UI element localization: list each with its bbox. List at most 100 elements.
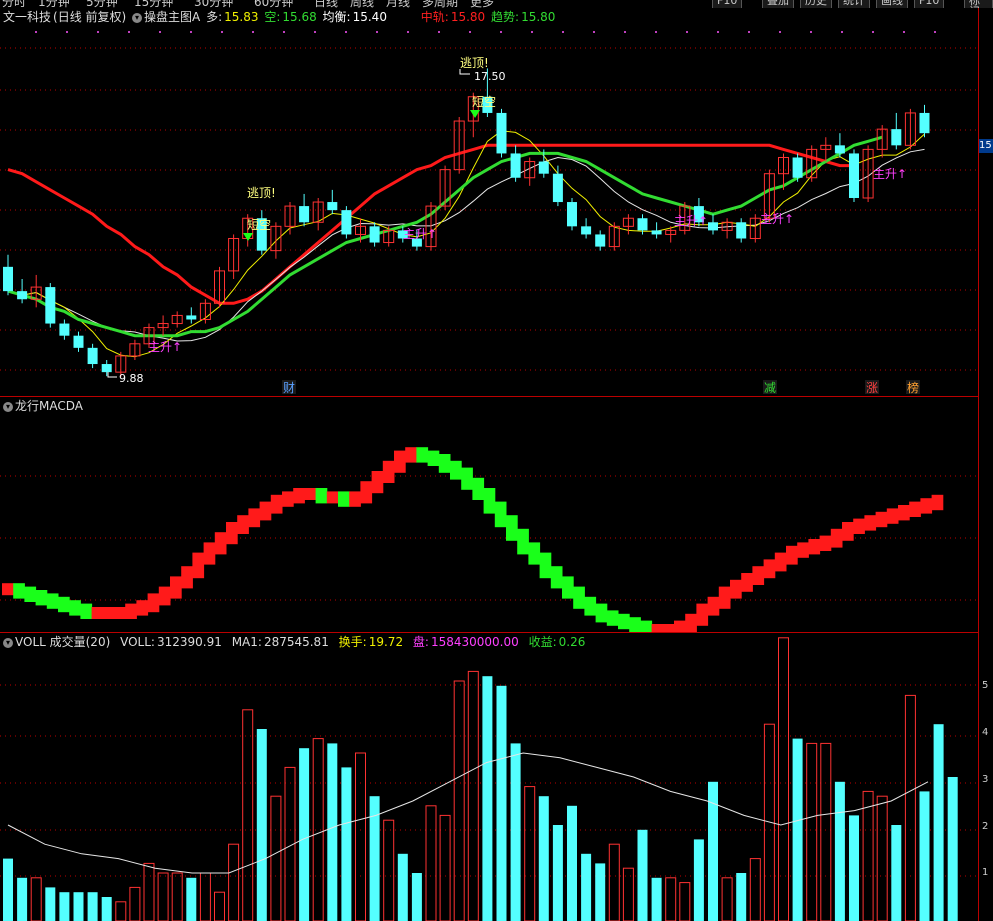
macd-bar [248, 508, 261, 528]
macd-bar [931, 494, 944, 511]
macd-bar [562, 576, 574, 599]
volume-bar [157, 872, 169, 921]
candle-body [73, 335, 84, 348]
macd-bar [550, 566, 563, 589]
main-rise-label: 主升↑ [674, 214, 708, 228]
signal-dot [655, 31, 657, 33]
signal-dot [190, 31, 192, 33]
candle-body [736, 222, 747, 239]
volume-bar [425, 805, 437, 921]
volume-bar [679, 882, 691, 921]
macd-bar [472, 477, 485, 500]
volume-bar [453, 680, 465, 921]
volume-bar [736, 873, 747, 921]
volume-bar [665, 877, 677, 921]
volume-bar [792, 738, 803, 921]
macd-bar [102, 607, 115, 619]
volume-bar [186, 877, 197, 921]
candle-body [510, 153, 521, 178]
volume-chart[interactable] [0, 633, 993, 921]
macd-bar [606, 610, 619, 626]
volume-bar [129, 886, 141, 921]
volume-bar [397, 853, 408, 921]
volume-bar [552, 825, 563, 921]
volume-bar [171, 872, 183, 921]
signal-dot [593, 31, 595, 33]
signal-dot [283, 31, 285, 33]
macd-bar [394, 450, 406, 473]
macd-bar [898, 505, 910, 521]
volume-bar [341, 767, 352, 921]
signal-dot [314, 31, 316, 33]
volume-bar [73, 892, 84, 921]
volume-bar [383, 819, 395, 921]
macd-bar [382, 460, 395, 483]
candle-body [651, 230, 662, 235]
macd-bar [629, 617, 641, 633]
volume-bar [651, 877, 662, 921]
macd-chart[interactable] [0, 397, 993, 633]
volume-bar [849, 815, 859, 921]
macd-bar [797, 542, 809, 558]
macd-bar [730, 579, 742, 599]
macd-bar [808, 539, 821, 555]
signal-dot [934, 31, 936, 33]
macd-bar [920, 498, 933, 514]
macd-bar [864, 515, 877, 531]
volume-bar [581, 853, 592, 921]
volume-bar [411, 873, 422, 921]
event-marker: 减 [764, 381, 776, 395]
macd-bar [282, 491, 294, 507]
candle-body [552, 173, 563, 203]
macd-bar [371, 471, 384, 494]
volume-bar [3, 858, 13, 921]
candle-body [341, 210, 352, 235]
macd-bar [293, 488, 305, 504]
volume-bar [595, 863, 606, 921]
volume-bar [242, 709, 254, 921]
candle-body [567, 202, 577, 227]
macd-bar [416, 447, 429, 463]
macd-bar [125, 603, 137, 619]
macd-bar [326, 491, 339, 504]
volume-bar [947, 777, 958, 921]
macd-bar [349, 491, 361, 507]
volume-bar [806, 742, 818, 921]
macd-bar [35, 590, 48, 606]
volume-bar [327, 743, 338, 921]
macd-bar [842, 522, 854, 541]
volume-bar [214, 891, 225, 921]
volume-bar [834, 781, 845, 921]
signal-dot [345, 31, 347, 33]
candle-body [369, 226, 380, 243]
macd-bar [237, 515, 249, 534]
signal-dot [810, 31, 812, 33]
main-rise-label: 主升↑ [403, 227, 437, 241]
macd-bar [46, 593, 59, 609]
volume-bar [608, 843, 620, 921]
macd-bar [618, 613, 630, 630]
signal-dot [159, 31, 161, 33]
low-marker [107, 372, 117, 378]
signal-dot [221, 31, 223, 33]
macd-bar [2, 583, 14, 596]
volume-bar [87, 892, 98, 921]
macd-bar [584, 596, 597, 616]
signal-dot [35, 31, 37, 33]
macd-bar [573, 586, 585, 609]
candle-body [496, 112, 507, 154]
signal-dot [686, 31, 688, 33]
volume-bar [115, 901, 127, 921]
macd-bar [438, 454, 451, 473]
ma-line [7, 148, 925, 342]
macd-bar [270, 494, 283, 514]
volume-bar [355, 752, 366, 921]
volume-bar [933, 724, 944, 921]
macd-bar [517, 528, 529, 555]
signal-dot [376, 31, 378, 33]
macd-bar [147, 593, 160, 613]
signal-dot [97, 31, 99, 33]
signal-dot [748, 31, 750, 33]
kline-chart[interactable]: 逃顶!17.50短空逃顶!短空9.88主升↑主升↑主升↑ 主升↑主升↑财减涨榜 [0, 0, 993, 398]
volume-bar [439, 814, 451, 921]
